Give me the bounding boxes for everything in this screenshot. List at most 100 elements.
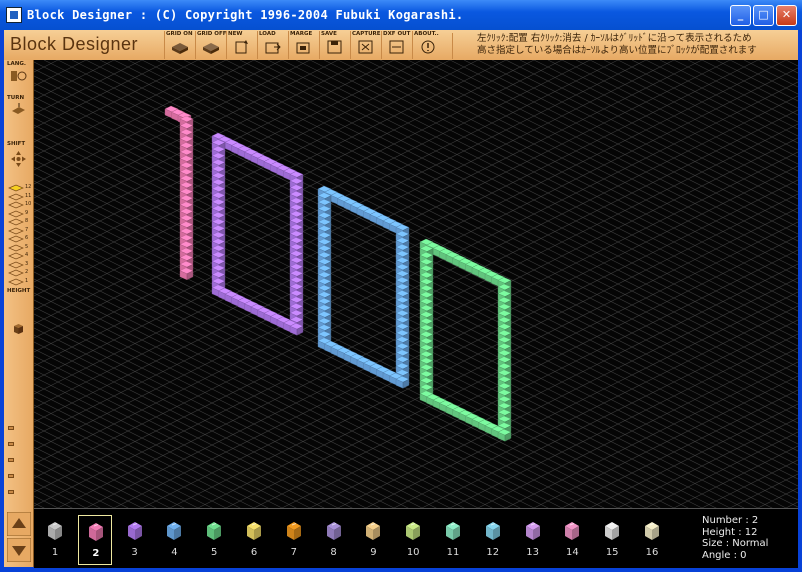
- layer-tick[interactable]: [8, 458, 14, 462]
- app-window: Block Designer : (C) Copyright 1996-2004…: [0, 0, 802, 572]
- save-label: SAVE: [321, 31, 337, 37]
- palette-color-4[interactable]: 4: [157, 515, 191, 565]
- color-block-icon: [127, 522, 142, 540]
- layer-tick[interactable]: [8, 490, 14, 494]
- new-label: NEW: [228, 31, 243, 37]
- palette-color-16[interactable]: 16: [635, 515, 669, 565]
- palette-color-1[interactable]: 1: [38, 515, 72, 565]
- color-block-icon: [326, 522, 341, 540]
- shift-arrows-icon[interactable]: [10, 150, 27, 168]
- palette-number: 1: [51, 547, 59, 558]
- save-button[interactable]: SAVE: [319, 31, 349, 59]
- capture-button[interactable]: CAPTURE: [350, 31, 381, 59]
- merge-button[interactable]: MARGE: [288, 31, 318, 59]
- scroll-up-button[interactable]: [7, 512, 31, 536]
- usage-hint: 左ｸﾘｯｸ:配置 右ｸﾘｯｸ:消去 / ｶｰｿﾙはｸﾞﾘｯﾄﾞに沿って表示される…: [452, 33, 798, 59]
- height-level-label: 2: [25, 269, 29, 275]
- palette-color-11[interactable]: 11: [436, 515, 470, 565]
- about-button[interactable]: ABOUT..: [412, 31, 452, 59]
- grid-on-label: GRID ON: [166, 31, 193, 37]
- new-button[interactable]: NEW: [226, 31, 256, 59]
- palette-number: 16: [645, 547, 659, 558]
- palette-color-15[interactable]: 15: [595, 515, 629, 565]
- info-number: Number : 2: [702, 515, 759, 526]
- layer-tick[interactable]: [8, 474, 14, 478]
- height-level-1[interactable]: 1: [7, 278, 32, 286]
- palette-color-6[interactable]: 6: [237, 515, 271, 565]
- height-level-11[interactable]: 11: [7, 193, 32, 201]
- layer-tick[interactable]: [8, 426, 14, 430]
- height-level-label: 3: [25, 260, 29, 267]
- height-level-label: 8: [25, 218, 29, 224]
- dxf-out-icon: [389, 40, 404, 54]
- height-level-label: 9: [25, 209, 29, 216]
- height-level-6[interactable]: 6: [7, 235, 32, 243]
- grid-off-icon: [203, 43, 219, 54]
- load-button[interactable]: LOAD: [257, 31, 287, 59]
- height-level-3[interactable]: 3: [7, 261, 32, 269]
- shift-label: SHIFT: [7, 141, 26, 147]
- hint-line-1: 左ｸﾘｯｸ:配置 右ｸﾘｯｸ:消去 / ｶｰｿﾙはｸﾞﾘｯﾄﾞに沿って表示される…: [477, 33, 752, 44]
- block-icon[interactable]: [10, 322, 27, 336]
- minimize-button[interactable]: _: [730, 5, 751, 26]
- close-button[interactable]: ✕: [776, 5, 797, 26]
- grid-off-label: GRID OFF: [197, 31, 227, 37]
- dxf-out-label: DXF OUT: [383, 31, 411, 37]
- capture-icon: [358, 40, 373, 54]
- scroll-down-button[interactable]: [7, 538, 31, 562]
- dxf-out-button[interactable]: DXF OUT: [381, 31, 411, 59]
- palette-number: 8: [330, 547, 337, 558]
- hint-line-2: 高さ指定している場合はｶｰｿﾙより高い位置にﾌﾞﾛｯｸが配置されます: [477, 45, 757, 56]
- capture-label: CAPTURE: [352, 31, 381, 37]
- color-block-icon: [247, 522, 261, 540]
- palette-color-7[interactable]: 7: [277, 515, 311, 565]
- merge-icon: [296, 42, 310, 54]
- info-angle: Angle : 0: [702, 549, 747, 561]
- app-icon[interactable]: [6, 7, 22, 23]
- palette-number: 15: [605, 547, 619, 558]
- color-block-icon: [525, 522, 540, 540]
- palette-color-14[interactable]: 14: [555, 515, 589, 565]
- height-level-8[interactable]: 8: [7, 218, 32, 226]
- height-level-label: 6: [25, 235, 29, 241]
- layer-tick[interactable]: [8, 442, 14, 446]
- isometric-grid[interactable]: [34, 60, 798, 508]
- lang-icon[interactable]: [10, 69, 27, 83]
- grid-off-button[interactable]: GRID OFF: [195, 31, 227, 59]
- palette-color-2[interactable]: 2: [77, 515, 112, 565]
- turn-icon[interactable]: [10, 102, 27, 116]
- palette-color-8[interactable]: 8: [317, 515, 351, 565]
- color-block-icon: [366, 522, 381, 540]
- height-label: HEIGHT: [7, 288, 31, 294]
- palette-color-9[interactable]: 9: [356, 515, 390, 565]
- palette-color-5[interactable]: 5: [197, 515, 231, 565]
- color-block-icon: [406, 522, 421, 540]
- height-level-9[interactable]: 9: [7, 210, 32, 218]
- window-title: Block Designer : (C) Copyright 1996-2004…: [27, 8, 464, 22]
- left-panel: LANG. TURN SHIFT 12 11 10 9 8 7 6 5 4 3 2 1 HEIGHT: [4, 60, 34, 567]
- palette-color-10[interactable]: 10: [396, 515, 430, 565]
- title-bar[interactable]: Block Designer : (C) Copyright 1996-2004…: [0, 0, 802, 30]
- height-level-7[interactable]: 7: [7, 227, 32, 235]
- height-scale[interactable]: 12 11 10 9 8 7 6 5 4 3 2 1: [7, 184, 32, 288]
- height-level-4[interactable]: 4: [7, 252, 32, 260]
- load-icon: [265, 42, 281, 54]
- palette-number: 12: [486, 547, 500, 558]
- grid-on-button[interactable]: GRID ON: [164, 31, 194, 59]
- design-canvas[interactable]: [34, 60, 798, 508]
- height-level-5[interactable]: 5: [7, 244, 32, 252]
- grid-on-icon: [172, 43, 188, 54]
- palette-color-3[interactable]: 3: [118, 515, 152, 565]
- color-block-icon: [167, 522, 182, 540]
- palette-color-12[interactable]: 12: [476, 515, 510, 565]
- height-level-12[interactable]: 12: [7, 184, 32, 192]
- palette-number: 5: [211, 547, 218, 558]
- height-level-2[interactable]: 2: [7, 269, 32, 277]
- height-level-10[interactable]: 10: [7, 201, 32, 209]
- height-level-label: 1: [25, 277, 29, 284]
- palette-number: 13: [526, 547, 539, 558]
- palette-color-13[interactable]: 13: [516, 515, 550, 565]
- height-level-label: 4: [25, 252, 29, 258]
- palette-number: 6: [250, 547, 258, 558]
- maximize-button[interactable]: □: [753, 5, 774, 26]
